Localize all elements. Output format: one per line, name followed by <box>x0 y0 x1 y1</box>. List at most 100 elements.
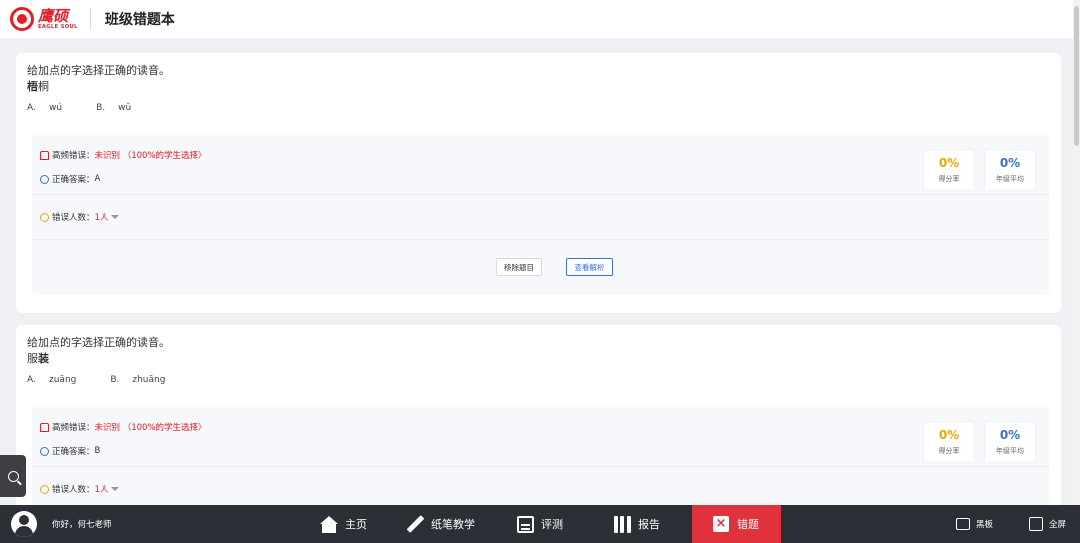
score-rate-label: 得分率 <box>938 175 960 183</box>
option-text: wǔ <box>118 103 132 113</box>
wrong-count-row[interactable]: 错误人数： 1人 <box>40 211 120 223</box>
correct-answer-value: B <box>94 446 101 456</box>
scrollbar-thumb[interactable] <box>1074 6 1079 146</box>
score-rate-stat: 0% 得分率 <box>923 421 975 463</box>
chevron-down-icon[interactable] <box>111 215 120 219</box>
logo-text-cn: 鹰硕 <box>38 6 69 25</box>
report-icon <box>613 515 631 533</box>
score-rate-value: 0% <box>938 156 960 170</box>
correct-answer-value: A <box>94 174 101 184</box>
plain-char: 服 <box>27 352 38 365</box>
home-icon <box>320 515 338 533</box>
correct-answer-label: 正确答案： <box>52 175 95 185</box>
logo: 鹰硕 EAGLE SOUL <box>10 7 78 31</box>
option-text: zhuāng <box>132 375 166 385</box>
options-list: A. wú B. wǔ <box>27 103 165 113</box>
option-b: B. zhuāng <box>110 375 165 385</box>
error-book-icon: × <box>712 515 730 533</box>
clock-icon <box>40 446 49 456</box>
nav-item-error-book[interactable]: × 错题 <box>692 505 781 543</box>
blackboard-icon <box>956 518 970 530</box>
search-icon <box>7 470 19 482</box>
score-rate-stat: 0% 得分率 <box>923 149 975 191</box>
question-word: 梧桐 <box>27 79 49 95</box>
evaluation-icon <box>516 515 534 533</box>
header-divider <box>89 8 91 30</box>
pen-icon <box>406 515 424 533</box>
option-text: zuāng <box>49 375 77 385</box>
clock-icon <box>40 174 49 184</box>
side-search-button[interactable] <box>0 455 26 497</box>
logo-text-en: EAGLE SOUL <box>38 23 78 30</box>
nav-label: 错题 <box>737 518 759 531</box>
wrong-count-value: 1人 <box>94 485 109 495</box>
divider <box>32 466 1049 467</box>
emphasized-char: 装 <box>38 352 49 365</box>
grade-average-value: 0% <box>999 428 1021 442</box>
grade-average-stat: 0% 年级平均 <box>984 421 1036 463</box>
greeting: 你好，何七老师 <box>52 520 112 530</box>
option-key: B. <box>110 375 120 385</box>
frequent-error-label: 高频错误： <box>52 151 95 161</box>
nav-label: 报告 <box>638 518 660 531</box>
option-a: A. zuāng <box>27 375 76 385</box>
frequent-error-row: 高频错误： 未识别 （100%的学生选择） <box>40 149 207 161</box>
view-analysis-button[interactable]: 查看解析 <box>566 258 613 276</box>
divider <box>32 239 1049 240</box>
correct-answer-row: 正确答案： B <box>40 445 100 457</box>
correct-answer-label: 正确答案： <box>52 447 95 457</box>
score-rate-value: 0% <box>938 428 960 442</box>
question-stem: 给加点的字选择正确的读音。 <box>27 336 170 349</box>
fullscreen-button[interactable]: 全屏 <box>1029 505 1066 543</box>
frequent-error-row: 高频错误： 未识别 （100%的学生选择） <box>40 421 207 433</box>
question-word: 服装 <box>27 351 49 367</box>
nav-label: 纸笔教学 <box>431 518 475 531</box>
option-b: B. wǔ <box>96 103 131 113</box>
chevron-down-icon[interactable] <box>111 487 120 491</box>
remove-question-button[interactable]: 移除题目 <box>496 258 542 276</box>
blackboard-label: 黑板 <box>976 520 994 530</box>
nav-item-evaluation[interactable]: 评测 <box>516 505 563 543</box>
fullscreen-label: 全屏 <box>1049 520 1067 530</box>
options-list: A. zuāng B. zhuāng <box>27 375 199 385</box>
top-bar: 鹰硕 EAGLE SOUL 班级错题本 <box>0 0 1080 38</box>
bottom-nav: 你好，何七老师 主页 纸笔教学 评测 报告 × 错题 黑板 全屏 <box>0 505 1080 543</box>
option-a: A. wú <box>27 103 62 113</box>
option-key: B. <box>96 103 106 113</box>
alert-icon <box>40 422 49 432</box>
option-key: A. <box>27 375 36 385</box>
wrong-count-label: 错误人数： <box>52 213 95 223</box>
question-card: 给加点的字选择正确的读音。 服装 A. zuāng B. zhuāng 高频错误… <box>16 325 1061 525</box>
grade-average-label: 年级平均 <box>996 175 1024 183</box>
scrollbar[interactable] <box>1073 0 1080 505</box>
nav-item-report[interactable]: 报告 <box>613 505 660 543</box>
frequent-error-value: 未识别 （100%的学生选择） <box>94 423 207 433</box>
question-card: 给加点的字选择正确的读音。 梧桐 A. wú B. wǔ 高频错误： 未识别 （… <box>16 53 1061 313</box>
grade-average-label: 年级平均 <box>996 447 1024 455</box>
nav-label: 主页 <box>345 518 367 531</box>
nav-item-home[interactable]: 主页 <box>320 505 367 543</box>
avatar[interactable] <box>11 511 37 537</box>
score-rate-label: 得分率 <box>938 447 960 455</box>
blackboard-button[interactable]: 黑板 <box>956 505 993 543</box>
grade-average-value: 0% <box>999 156 1021 170</box>
wrong-count-label: 错误人数： <box>52 485 95 495</box>
nav-item-paper-teaching[interactable]: 纸笔教学 <box>406 505 475 543</box>
fullscreen-icon <box>1029 517 1043 531</box>
analysis-panel: 高频错误： 未识别 （100%的学生选择） 正确答案： A 错误人数： 1人 0… <box>32 135 1049 295</box>
frequent-error-value: 未识别 （100%的学生选择） <box>94 151 207 161</box>
plain-char: 桐 <box>38 80 49 93</box>
wrong-count-row[interactable]: 错误人数： 1人 <box>40 483 120 495</box>
frequent-error-label: 高频错误： <box>52 423 95 433</box>
emphasized-char: 梧 <box>27 80 38 93</box>
grade-average-stat: 0% 年级平均 <box>984 149 1036 191</box>
nav-label: 评测 <box>541 518 563 531</box>
divider <box>32 194 1049 195</box>
wrong-count-value: 1人 <box>94 213 109 223</box>
logo-mark-icon <box>10 7 34 31</box>
person-icon <box>40 484 49 494</box>
correct-answer-row: 正确答案： A <box>40 173 100 185</box>
alert-icon <box>40 150 49 160</box>
person-icon <box>40 212 49 222</box>
page-title: 班级错题本 <box>104 12 175 28</box>
